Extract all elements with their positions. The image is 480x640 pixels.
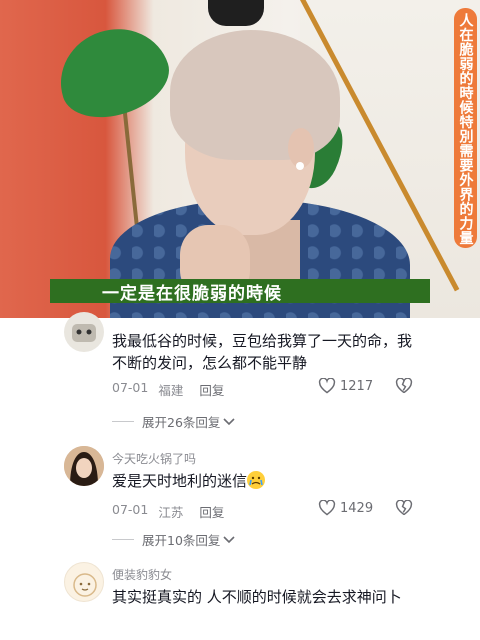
expand-replies[interactable]: 展开10条回复 [112, 530, 235, 549]
comment-item: 我最低谷的时候，豆包给我算了一天的命，我不断的发问，怎么都不能平静 07-01 … [0, 312, 480, 448]
subtitle-text: 一定是在很脆弱的時候 [102, 283, 282, 304]
broken-heart-icon [395, 377, 413, 394]
avatar[interactable] [64, 446, 104, 486]
hair [170, 30, 340, 160]
comment-item: 便装豹豹女 其实挺真实的 人不顺的时候就会去求神问卜 [0, 562, 480, 640]
subtitle-bar: 一定是在很脆弱的時候 [50, 279, 430, 304]
vertical-caption-text: 人在脆弱的時候特別需要外界的力量 [457, 13, 474, 245]
comment-text-row: 爱是天时地利的迷信 [112, 470, 422, 492]
comment-location: 江苏 [158, 505, 184, 520]
reply-button[interactable]: 回复 [199, 380, 224, 399]
chevron-down-icon [223, 417, 235, 425]
lamp [208, 0, 264, 26]
expand-replies-label: 展开26条回复 [142, 415, 221, 430]
dislike-button[interactable] [395, 499, 413, 520]
like-button[interactable]: 1217 [318, 378, 373, 394]
speaker-figure [110, 30, 410, 318]
comment-text: 其实挺真实的 人不顺的时候就会去求神问卜 [112, 588, 402, 606]
comment-date: 07-01 [112, 380, 149, 395]
divider-line [112, 421, 134, 422]
expand-replies-label: 展开10条回复 [142, 533, 221, 548]
like-button[interactable]: 1429 [318, 500, 373, 516]
like-count: 1429 [340, 500, 374, 516]
comment-location: 福建 [158, 383, 184, 398]
video-frame[interactable]: 人在脆弱的時候特別需要外界的力量 一定是在很脆弱的時候 [0, 0, 480, 318]
comment-meta: 07-01 江苏 回复 [112, 502, 224, 521]
like-count: 1217 [340, 378, 374, 394]
avatar[interactable] [64, 312, 104, 352]
heart-icon [318, 378, 336, 394]
comment-text: 爱是天时地利的迷信 [112, 472, 248, 490]
comment-item: 今天吃火锅了吗 爱是天时地利的迷信 07-01 江苏 回复 1429 展开10条… [0, 446, 480, 556]
avatar[interactable] [64, 562, 104, 602]
expand-replies[interactable]: 展开26条回复 [112, 412, 235, 431]
comment-username[interactable]: 今天吃火锅了吗 [112, 450, 196, 467]
chevron-down-icon [223, 535, 235, 543]
vertical-caption-banner: 人在脆弱的時候特別需要外界的力量 [454, 8, 477, 248]
comment-meta: 07-01 福建 回复 [112, 380, 224, 399]
reply-button[interactable]: 回复 [199, 502, 224, 521]
heart-icon [318, 500, 336, 516]
broken-heart-icon [395, 499, 413, 516]
dislike-button[interactable] [395, 377, 413, 398]
comment-username[interactable]: 便装豹豹女 [112, 566, 172, 583]
earring [296, 162, 304, 170]
divider-line [112, 539, 134, 540]
crying-emoji-icon [247, 471, 266, 489]
comment-text: 我最低谷的时候，豆包给我算了一天的命，我不断的发问，怎么都不能平静 [112, 332, 413, 372]
comment-date: 07-01 [112, 502, 149, 517]
